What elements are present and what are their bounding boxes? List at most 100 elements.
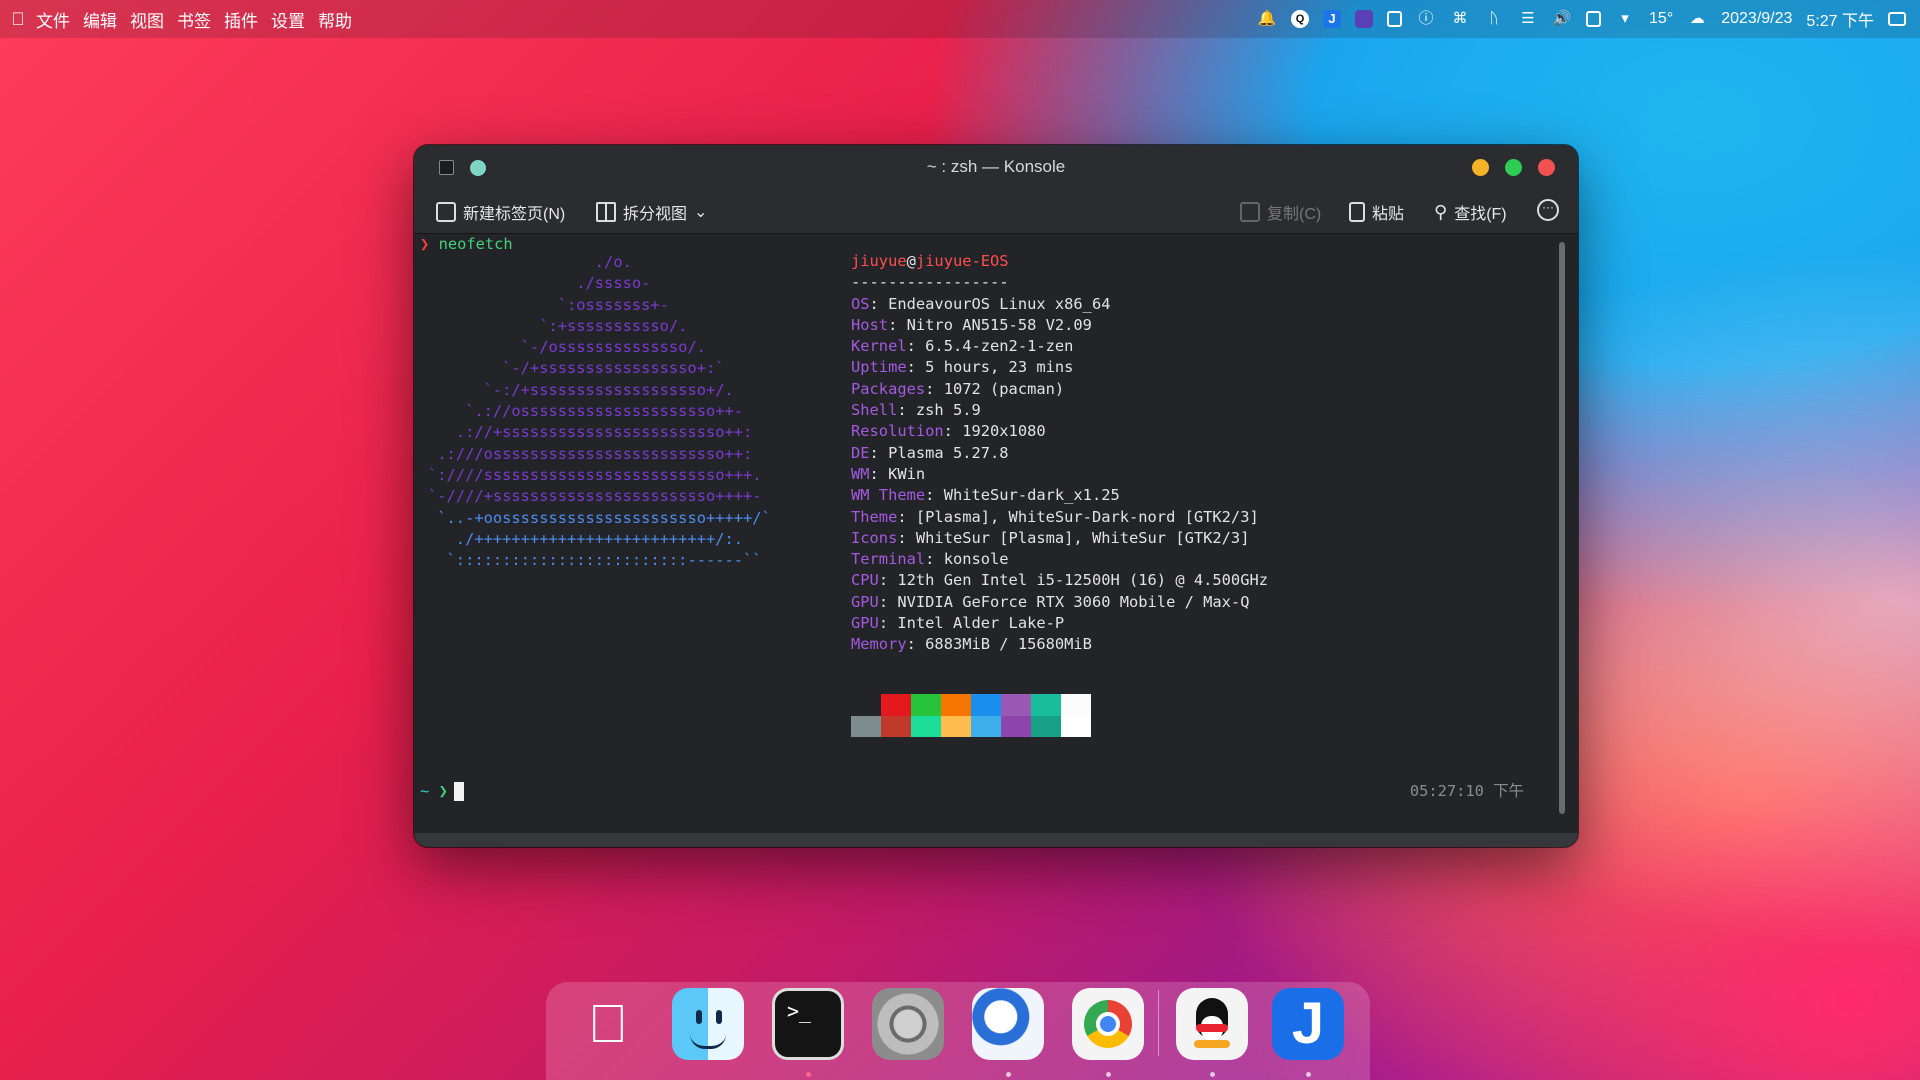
window-title: ~ : zsh — Konsole: [926, 157, 1066, 176]
battery-icon[interactable]: [1586, 11, 1602, 27]
bluetooth-icon[interactable]: ᚢ: [1484, 9, 1504, 29]
konsole-window: ~ : zsh — Konsole 新建标签页(N) 拆分视图 ⌄ 复制(C) …: [414, 145, 1578, 847]
info-key: WM Theme: [851, 486, 926, 505]
notification-bell-icon[interactable]: 🔔: [1257, 9, 1277, 29]
title-bar[interactable]: ~ : zsh — Konsole: [414, 145, 1578, 189]
ascii-line: `-:/+sssssssssssssssssso+/.: [428, 380, 734, 399]
info-value: zsh 5.9: [915, 401, 981, 420]
window-bottom-bar: [414, 833, 1578, 847]
info-value: Plasma 5.27.8: [888, 443, 1009, 462]
split-view-button[interactable]: 拆分视图 ⌄: [596, 200, 707, 224]
apple-dock-icon[interactable]: : [572, 988, 644, 1060]
menu-view[interactable]: 视图: [130, 7, 164, 32]
ascii-logo: ./o. ./sssso- `:osssssss+- `:+ssssssssss…: [428, 252, 771, 571]
ascii-line: ./sssso-: [428, 274, 651, 293]
maximize-button[interactable]: [1505, 159, 1522, 176]
finder-icon[interactable]: [672, 988, 744, 1060]
ascii-line: `:osssssss+-: [428, 295, 669, 314]
menu-help[interactable]: 帮助: [318, 7, 352, 32]
qq-tray-icon[interactable]: Q: [1291, 10, 1310, 28]
menu-edit[interactable]: 编辑: [83, 7, 117, 32]
palette-swatch: [881, 716, 911, 737]
menu-file[interactable]: 文件: [36, 7, 70, 32]
date-label[interactable]: 2023/9/23: [1721, 10, 1792, 28]
more-menu-button[interactable]: ···: [1537, 199, 1559, 221]
window-list-icon[interactable]: [1888, 12, 1906, 26]
info-key: Theme: [851, 507, 898, 526]
close-button[interactable]: [1538, 159, 1555, 176]
j-app-tray-icon[interactable]: J: [1323, 10, 1342, 28]
terminal-area[interactable]: ❯ neofetch ./o. ./sssso- `:osssssss+- `:…: [414, 234, 1554, 830]
find-button[interactable]: ⚲ 查找(F): [1434, 200, 1507, 224]
chevron-down-icon: ⌄: [694, 204, 708, 221]
scrollbar[interactable]: [1559, 242, 1565, 814]
menu-settings[interactable]: 设置: [271, 7, 305, 32]
top-menu-bar:  文件 编辑 视图 书签 插件 设置 帮助 🔔 Q J ⓘ ⌘ ᚢ ☰ 🔊 ▾…: [0, 0, 1920, 38]
ascii-line: `.://osssssssssssssssssssso++-: [428, 402, 744, 421]
info-value: NVIDIA GeForce RTX 3060 Mobile / Max-Q: [897, 592, 1250, 611]
info-row: Kernel: 6.5.4-zen2-1-zen: [851, 337, 1074, 356]
info-key: GPU: [851, 592, 879, 611]
ascii-line: ./++++++++++++++++++++++++++/:.: [428, 529, 744, 548]
finder-eye-right: [716, 1010, 722, 1024]
info-row: Packages: 1072 (pacman): [851, 379, 1065, 398]
prompt-symbol: ❯: [420, 235, 430, 253]
text-cursor: [453, 782, 464, 801]
terminal-running-dot: [806, 1072, 811, 1077]
info-value: konsole: [943, 550, 1009, 569]
info-icon[interactable]: ⓘ: [1416, 9, 1436, 29]
ascii-line: .://+ssssssssssssssssssssssso++:: [428, 423, 753, 442]
minimize-button[interactable]: [1472, 159, 1489, 176]
info-value: WhiteSur-dark_x1.25: [943, 486, 1120, 505]
qq-running-dot: [1210, 1072, 1215, 1077]
copy-button[interactable]: 复制(C): [1240, 200, 1321, 224]
keyboard-icon[interactable]: ⌘: [1450, 9, 1470, 29]
palette-swatch: [1061, 716, 1091, 737]
copy-label: 复制(C): [1267, 206, 1322, 223]
input-prompt[interactable]: ~ ❯: [420, 780, 464, 802]
weather-temp[interactable]: 15°: [1649, 10, 1673, 28]
paste-label: 粘贴: [1372, 206, 1405, 223]
apple-menu-icon[interactable]: : [0, 9, 36, 30]
info-key: Uptime: [851, 358, 907, 377]
info-value: EndeavourOS Linux x86_64: [888, 294, 1111, 313]
clipboard-icon[interactable]: [1387, 11, 1403, 27]
tray-expand-icon[interactable]: ▾: [1615, 9, 1635, 29]
qq-icon[interactable]: [1176, 988, 1248, 1060]
find-label: 查找(F): [1454, 206, 1507, 223]
purple-app-tray-icon[interactable]: [1355, 10, 1374, 28]
info-key: Kernel: [851, 337, 907, 356]
thunderbird-icon[interactable]: [972, 988, 1044, 1060]
settings-icon[interactable]: [872, 988, 944, 1060]
prompt2-symbol: ❯: [438, 782, 448, 800]
terminal-icon[interactable]: >_: [772, 988, 844, 1060]
j-app-icon[interactable]: J: [1272, 988, 1344, 1060]
info-value: Intel Alder Lake-P: [897, 614, 1065, 633]
prompt-right-time: 05:27:10 下午: [1409, 782, 1524, 800]
menu-plugins[interactable]: 插件: [224, 7, 258, 32]
chrome-running-dot: [1106, 1072, 1111, 1077]
chrome-icon[interactable]: [1072, 988, 1144, 1060]
info-row: Shell: zsh 5.9: [851, 401, 981, 420]
time-label[interactable]: 5:27 下午: [1806, 7, 1874, 31]
info-row: Terminal: konsole: [851, 550, 1009, 569]
copy-icon: [1240, 202, 1260, 222]
ascii-line: `:////ssssssssssssssssssssssssso+++.: [428, 465, 762, 484]
ascii-line: .:///osssssssssssssssssssssssso++:: [428, 444, 753, 463]
palette-swatch: [911, 716, 941, 737]
host-name: jiuyue-EOS: [915, 252, 1009, 270]
wifi-icon[interactable]: ☰: [1518, 9, 1538, 29]
finder-smile: [690, 1034, 726, 1049]
qq-scarf: [1196, 1024, 1228, 1032]
color-palette: [851, 694, 1091, 737]
split-view-label: 拆分视图: [623, 206, 688, 223]
palette-swatch: [851, 694, 881, 716]
menu-bookmarks[interactable]: 书签: [177, 7, 211, 32]
system-tray: 🔔 Q J ⓘ ⌘ ᚢ ☰ 🔊 ▾ 15° ☁ 2023/9/23 5:27 下…: [1257, 0, 1906, 38]
info-value: 1920x1080: [962, 422, 1046, 441]
volume-icon[interactable]: 🔊: [1552, 9, 1572, 29]
info-value: 1072 (pacman): [943, 379, 1065, 398]
new-tab-button[interactable]: 新建标签页(N): [436, 200, 565, 224]
paste-button[interactable]: 粘贴: [1349, 200, 1404, 224]
info-key: CPU: [851, 571, 879, 590]
